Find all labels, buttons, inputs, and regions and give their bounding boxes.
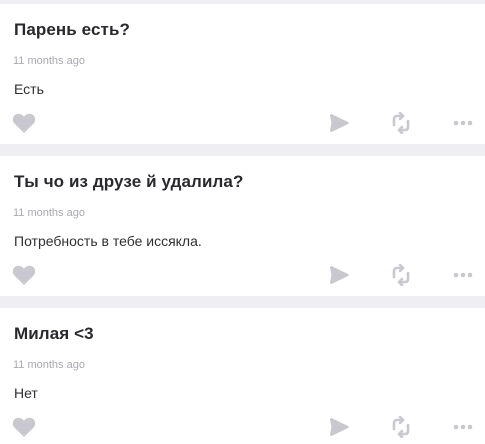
repost-button[interactable] [388,110,414,136]
repost-icon [392,264,410,286]
more-dots-icon [453,424,473,430]
timestamp: 11 months ago [13,359,85,371]
more-button[interactable] [450,110,476,136]
more-dots-icon [453,120,473,126]
more-button[interactable] [450,262,476,288]
answer-card: Милая <3 11 months ago Нет [0,308,485,444]
repost-button[interactable] [388,262,414,288]
action-bar [0,110,485,136]
like-button[interactable] [11,110,37,136]
share-button[interactable] [326,262,352,288]
heart-icon [12,113,36,133]
heart-icon [12,417,36,437]
question-text[interactable]: Милая <3 [14,324,94,344]
more-button[interactable] [450,414,476,440]
timestamp: 11 months ago [13,207,85,219]
answer-text: Потребность в тебе иссякла. [14,233,202,249]
like-button[interactable] [11,262,37,288]
answers-feed: Парень есть? 11 months ago Есть Ты чо из… [0,0,485,444]
question-text[interactable]: Парень есть? [14,20,130,40]
question-text[interactable]: Ты чо из друзе й удалила? [14,172,243,192]
share-arrow-icon [330,114,349,132]
action-bar [0,262,485,288]
share-arrow-icon [330,418,349,436]
share-button[interactable] [326,414,352,440]
share-button[interactable] [326,110,352,136]
action-bar [0,414,485,440]
answer-card: Ты чо из друзе й удалила? 11 months ago … [0,156,485,296]
answer-card: Парень есть? 11 months ago Есть [0,4,485,144]
answer-text: Нет [14,385,38,401]
heart-icon [12,265,36,285]
more-dots-icon [453,272,473,278]
repost-icon [392,416,410,438]
repost-icon [392,112,410,134]
like-button[interactable] [11,414,37,440]
repost-button[interactable] [388,414,414,440]
answer-text: Есть [14,81,44,97]
timestamp: 11 months ago [13,55,85,67]
share-arrow-icon [330,266,349,284]
